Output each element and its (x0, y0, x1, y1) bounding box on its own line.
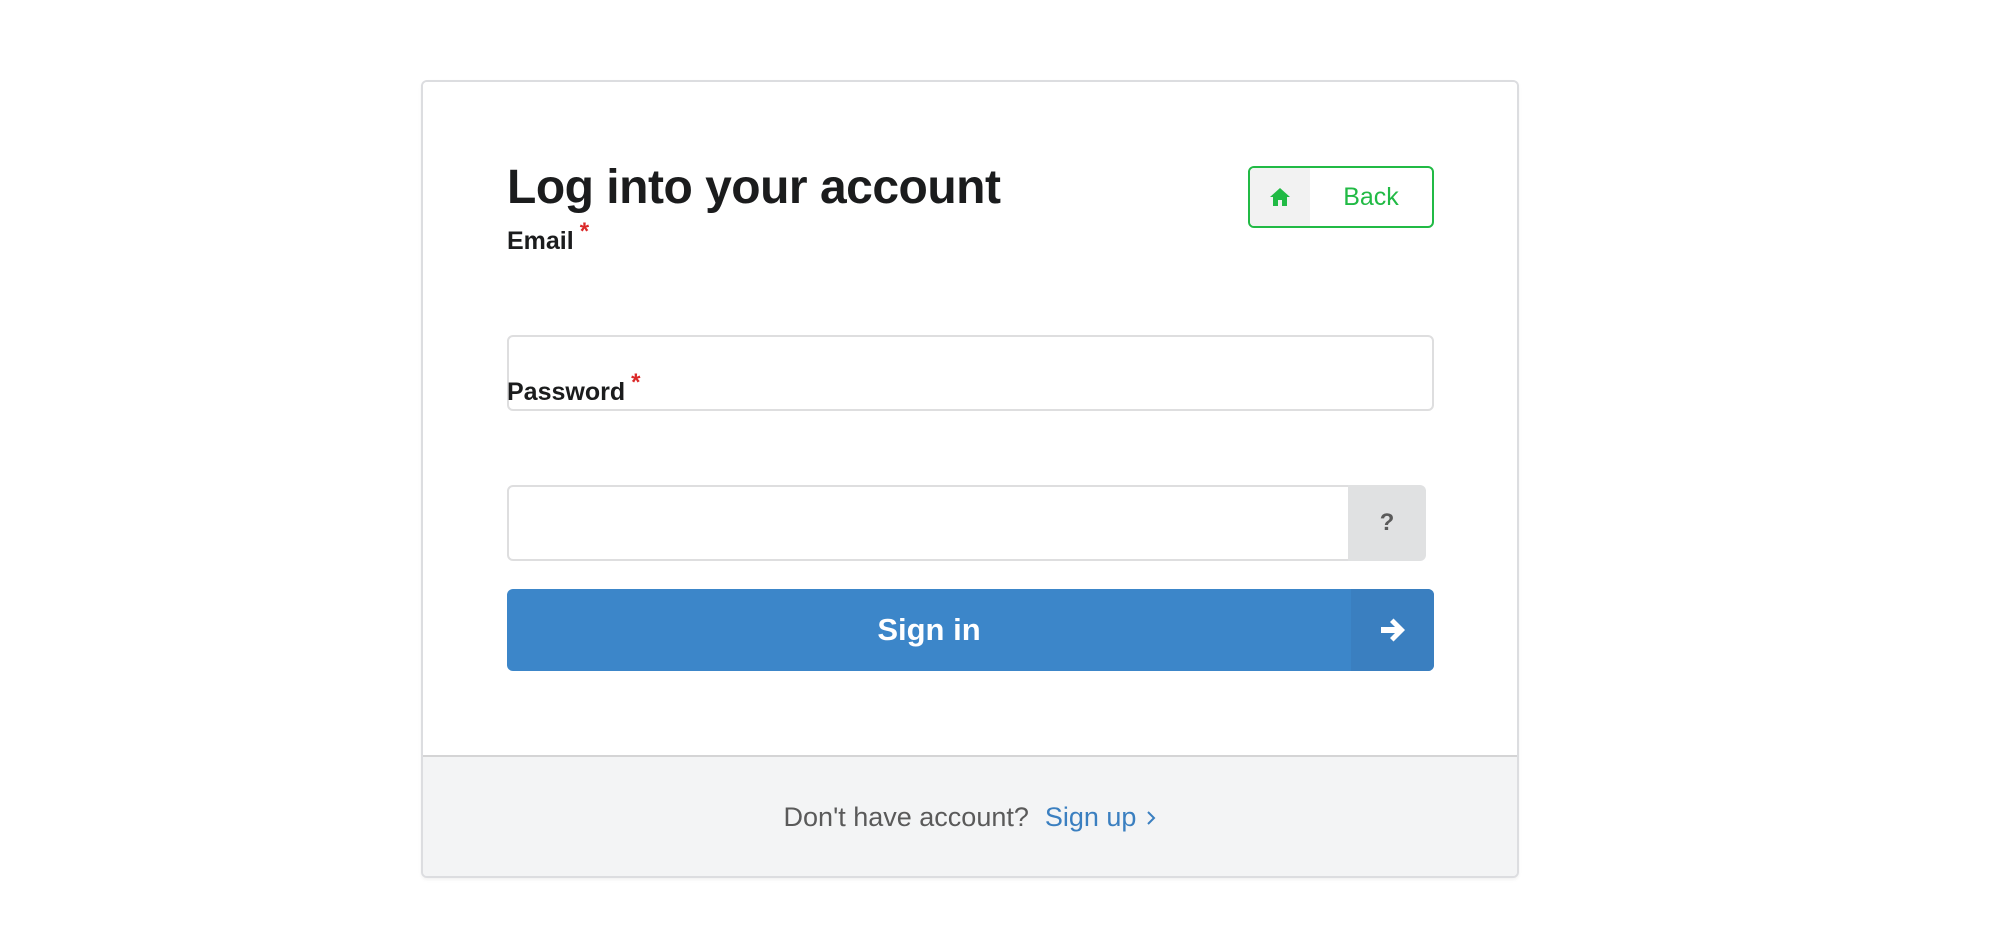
page: Log into your account Back Email * Passwo… (0, 0, 1998, 938)
email-label-text: Email (507, 227, 574, 255)
sign-up-link[interactable]: Sign up (1045, 802, 1157, 833)
home-icon (1270, 188, 1290, 206)
password-label-text: Password (507, 378, 626, 406)
sign-in-button-label: Sign in (877, 612, 981, 647)
back-icon-box (1250, 168, 1310, 226)
chevron-right-icon (1146, 810, 1156, 826)
email-input[interactable] (507, 335, 1434, 411)
login-form: Log into your account Back Email * Passwo… (423, 82, 1517, 755)
back-button[interactable]: Back (1248, 166, 1434, 228)
signup-prompt: Don't have account? (783, 802, 1029, 832)
page-title: Log into your account (507, 161, 1001, 214)
password-label: Password * (507, 369, 640, 407)
sign-in-icon-box (1351, 589, 1434, 671)
signup-footer: Don't have account? Sign up (423, 755, 1517, 876)
password-help-button[interactable]: ? (1348, 485, 1426, 561)
email-required-mark: * (579, 218, 590, 245)
password-input[interactable] (507, 485, 1350, 561)
sign-up-link-label: Sign up (1044, 802, 1137, 832)
sign-in-button[interactable]: Sign in (507, 589, 1434, 671)
arrow-right-icon (1380, 618, 1405, 642)
email-label: Email * (507, 218, 589, 256)
password-required-mark: * (631, 369, 641, 396)
back-button-label: Back (1343, 182, 1399, 211)
login-card: Log into your account Back Email * Passwo… (421, 80, 1519, 878)
